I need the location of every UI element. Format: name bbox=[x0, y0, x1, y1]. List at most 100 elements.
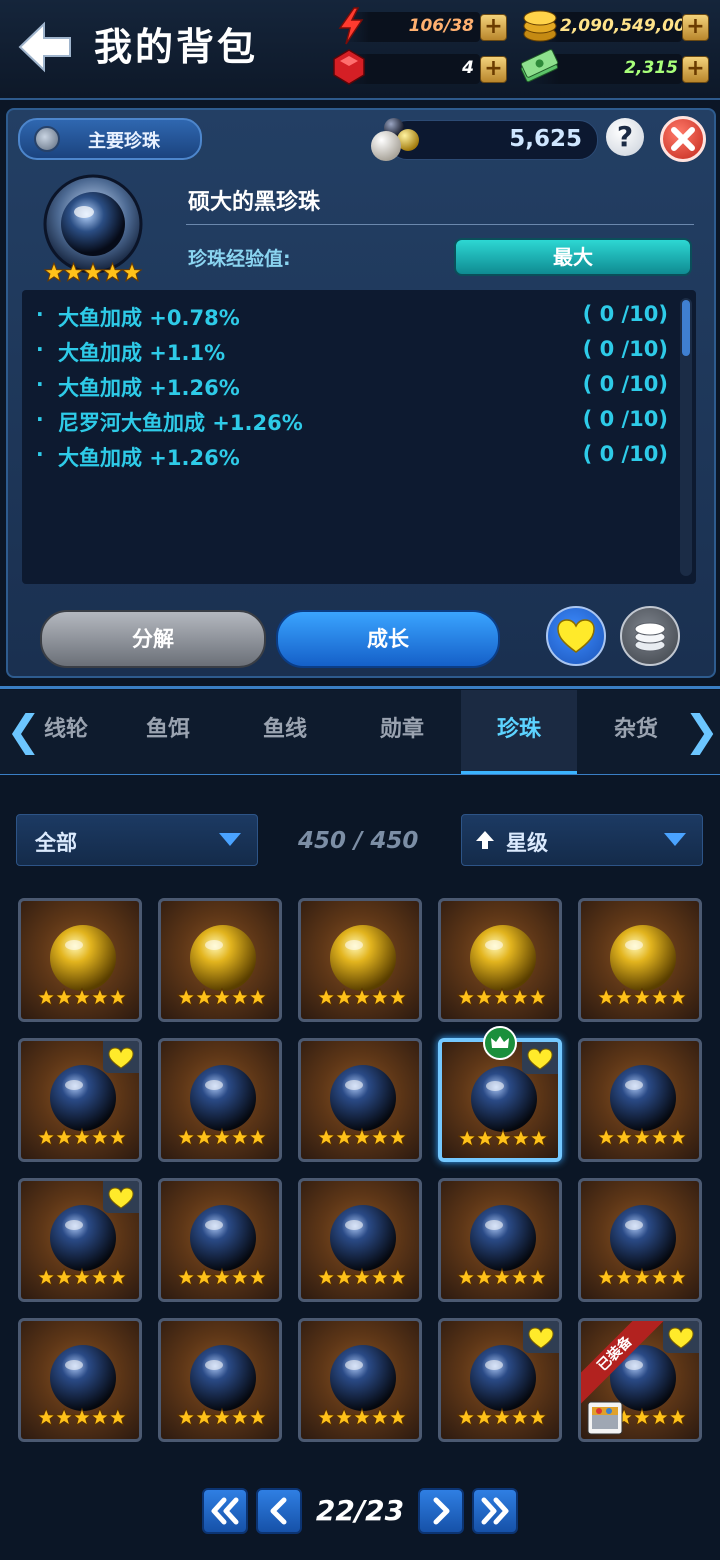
heart-icon bbox=[557, 619, 595, 653]
pearl-name: 硕大的黑珍珠 bbox=[188, 190, 321, 215]
lightning-icon bbox=[338, 7, 364, 45]
grow-button[interactable]: 成长 bbox=[276, 610, 500, 668]
rating-stars bbox=[457, 1407, 547, 1427]
help-button[interactable]: ? bbox=[606, 118, 644, 156]
main-pearl-checkbox-icon[interactable] bbox=[34, 126, 60, 152]
tab-pearl[interactable]: 珍珠 bbox=[461, 690, 577, 774]
pearl-count: 5,625 bbox=[509, 126, 582, 152]
inventory-slot[interactable] bbox=[298, 1038, 422, 1162]
tabs-right-arrow-icon[interactable]: ❯ bbox=[684, 706, 719, 755]
inventory-slot[interactable] bbox=[438, 1318, 562, 1442]
double-chevron-right-icon bbox=[481, 1497, 509, 1525]
black-pearl-icon bbox=[610, 1065, 676, 1131]
black-pearl-icon bbox=[50, 1065, 116, 1131]
add-energy-button[interactable]: + bbox=[480, 14, 507, 41]
inventory-slot[interactable] bbox=[298, 898, 422, 1022]
tab-medal[interactable]: 勋章 bbox=[344, 690, 460, 774]
stat-count: ( 0 /10) bbox=[582, 337, 668, 361]
inventory-slot[interactable] bbox=[578, 898, 702, 1022]
close-button[interactable] bbox=[660, 116, 706, 162]
rating-stars bbox=[317, 1407, 407, 1427]
divider bbox=[186, 224, 694, 225]
pearl-rating-stars bbox=[44, 262, 142, 282]
inventory-slot[interactable] bbox=[578, 1178, 702, 1302]
decompose-button[interactable]: 分解 bbox=[40, 610, 266, 668]
page-title: 我的背包 bbox=[94, 25, 259, 69]
tab-misc[interactable]: 杂货 bbox=[578, 690, 694, 774]
coins-button[interactable] bbox=[620, 606, 680, 666]
stat-row: · 大鱼加成 +1.1% ( 0 /10) bbox=[36, 335, 668, 369]
sort-dropdown-value: 星级 bbox=[506, 831, 548, 855]
inventory-slot[interactable] bbox=[298, 1178, 422, 1302]
inventory-slot[interactable] bbox=[578, 1038, 702, 1162]
inventory-slot[interactable] bbox=[18, 898, 142, 1022]
black-pearl-icon bbox=[330, 1205, 396, 1271]
stat-row: · 尼罗河大鱼加成 +1.26% ( 0 /10) bbox=[36, 405, 668, 439]
add-gold-button[interactable]: + bbox=[682, 14, 709, 41]
favorite-button[interactable] bbox=[546, 606, 606, 666]
inventory-slot[interactable] bbox=[158, 898, 282, 1022]
inventory-slot[interactable] bbox=[18, 1038, 142, 1162]
chevron-right-icon bbox=[433, 1497, 450, 1525]
sort-dropdown[interactable]: 星级 bbox=[461, 814, 703, 866]
stat-text: 大鱼加成 +1.1% bbox=[58, 341, 226, 365]
stat-row: · 大鱼加成 +1.26% ( 0 /10) bbox=[36, 370, 668, 404]
main-pearl-label: 主要珍珠 bbox=[88, 131, 160, 152]
stat-text: 大鱼加成 +0.78% bbox=[58, 306, 240, 330]
prev-page-button[interactable] bbox=[256, 1488, 302, 1534]
add-gems-button[interactable]: + bbox=[480, 56, 507, 83]
coin-stack-icon bbox=[634, 622, 666, 652]
rating-stars bbox=[597, 987, 687, 1007]
first-page-button[interactable] bbox=[202, 1488, 248, 1534]
red-gem-icon bbox=[333, 49, 365, 85]
rating-stars bbox=[457, 1267, 547, 1287]
black-pearl-icon bbox=[470, 1345, 536, 1411]
stat-count: ( 0 /10) bbox=[582, 302, 668, 326]
inventory-slot[interactable] bbox=[18, 1318, 142, 1442]
inventory-slot[interactable] bbox=[18, 1178, 142, 1302]
tab-line[interactable]: 鱼线 bbox=[227, 690, 343, 774]
chevron-down-icon bbox=[219, 833, 241, 846]
chevron-down-icon bbox=[664, 833, 686, 846]
black-pearl-icon bbox=[330, 1345, 396, 1411]
rating-stars bbox=[317, 987, 407, 1007]
inventory-slot[interactable] bbox=[438, 898, 562, 1022]
inventory-slot[interactable] bbox=[158, 1178, 282, 1302]
last-page-button[interactable] bbox=[472, 1488, 518, 1534]
category-dropdown[interactable]: 全部 bbox=[16, 814, 258, 866]
rating-stars bbox=[177, 1407, 267, 1427]
gold-pearl-icon bbox=[330, 925, 396, 991]
bullet: · bbox=[36, 407, 44, 431]
stats-scrollbar-thumb[interactable] bbox=[682, 300, 690, 356]
next-page-button[interactable] bbox=[418, 1488, 464, 1534]
rating-stars bbox=[177, 987, 267, 1007]
tab-reel[interactable]: 线轮 bbox=[26, 690, 106, 774]
rating-stars bbox=[457, 987, 547, 1007]
stat-row: · 大鱼加成 +1.26% ( 0 /10) bbox=[36, 440, 668, 474]
add-cash-button[interactable]: + bbox=[682, 56, 709, 83]
category-dropdown-value: 全部 bbox=[35, 831, 77, 855]
page-indicator: 22/23 bbox=[315, 1494, 405, 1527]
inventory-slot[interactable]: 已装备 bbox=[578, 1318, 702, 1442]
bullet: · bbox=[36, 372, 44, 396]
black-pearl-icon bbox=[330, 1065, 396, 1131]
tabs-divider bbox=[0, 686, 720, 689]
energy-value: 106/38 bbox=[408, 16, 474, 36]
stat-row: · 大鱼加成 +0.78% ( 0 /10) bbox=[36, 300, 668, 334]
black-pearl-icon bbox=[471, 1066, 537, 1132]
rating-stars bbox=[597, 1127, 687, 1147]
back-arrow-icon[interactable] bbox=[14, 18, 76, 76]
gold-pearl-icon bbox=[470, 925, 536, 991]
inventory-slot[interactable] bbox=[158, 1038, 282, 1162]
gold-value: 2,090,549,009 bbox=[560, 16, 698, 36]
inventory-slot[interactable] bbox=[298, 1318, 422, 1442]
black-pearl-icon bbox=[190, 1345, 256, 1411]
tackle-box-icon bbox=[587, 1401, 623, 1435]
inventory-slot[interactable] bbox=[438, 1178, 562, 1302]
black-pearl-icon bbox=[50, 1345, 116, 1411]
tab-bait[interactable]: 鱼饵 bbox=[110, 690, 226, 774]
inventory-slot[interactable] bbox=[158, 1318, 282, 1442]
rating-stars bbox=[37, 1127, 127, 1147]
inventory-slot[interactable] bbox=[438, 1038, 562, 1162]
favorite-heart-icon bbox=[103, 1041, 139, 1073]
